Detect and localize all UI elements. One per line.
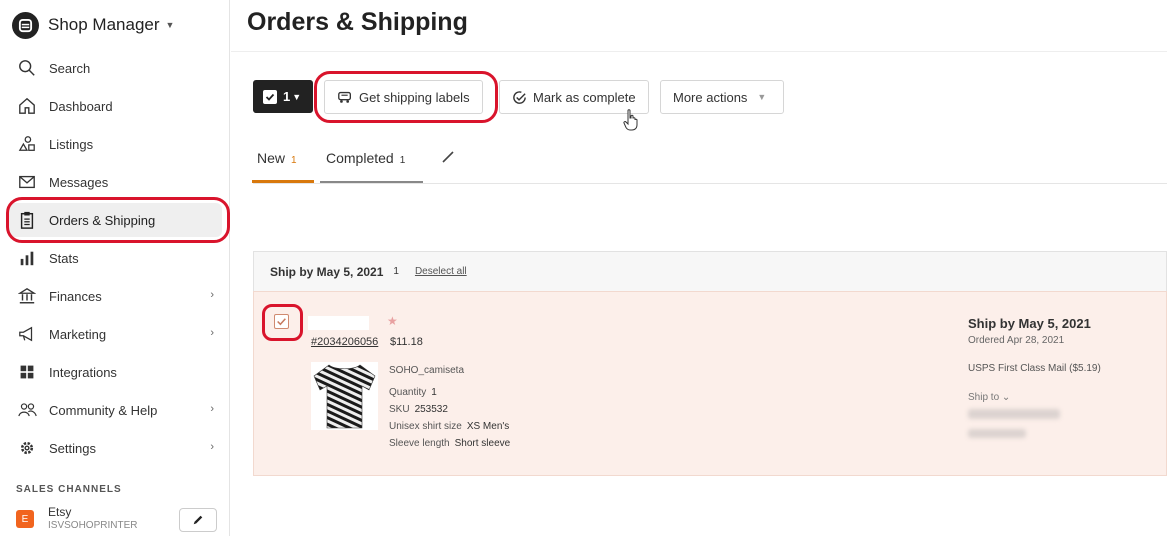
item-sleeve: Sleeve length Short sleeve [389, 438, 511, 449]
chevron-right-icon: › [210, 289, 214, 301]
sidebar-item-integrations[interactable]: Integrations [8, 355, 222, 389]
sales-channel-etsy[interactable]: E Etsy ISVSOHOPRINTER [16, 506, 137, 532]
item-sku: SKU 253532 [389, 404, 448, 415]
etsy-badge-icon: E [16, 510, 34, 528]
shapes-icon [16, 133, 38, 155]
sidebar-item-label: Dashboard [49, 98, 113, 114]
sidebar-item-orders-shipping[interactable]: Orders & Shipping [8, 203, 222, 237]
selected-count: 1 [283, 89, 291, 104]
sidebar-item-label: Marketing [49, 326, 107, 342]
tab-completed[interactable]: Completed 1 [326, 150, 405, 182]
bulk-select-button[interactable]: 1 ▼ [253, 80, 313, 113]
sidebar: Shop Manager ▼ Search Dashboard Listings… [0, 0, 230, 536]
bank-icon [16, 285, 38, 307]
order-ship-by: Ship by May 5, 2021 [968, 316, 1091, 331]
sidebar-item-settings[interactable]: Settings › [8, 431, 222, 465]
sidebar-item-label: Orders & Shipping [49, 212, 156, 228]
edit-tabs-button[interactable] [440, 149, 456, 181]
deselect-all-link[interactable]: Deselect all [415, 266, 467, 277]
get-shipping-labels-label: Get shipping labels [359, 89, 470, 105]
people-icon [16, 399, 38, 421]
check-circle-icon [513, 90, 526, 104]
star-icon[interactable]: ★ [387, 314, 398, 328]
chevron-right-icon: › [210, 403, 214, 415]
chevron-down-icon: ⌄ [1001, 392, 1011, 403]
bar-chart-icon [16, 247, 38, 269]
redacted-address [968, 429, 1026, 438]
sidebar-item-label: Listings [49, 136, 94, 152]
shop-logo-icon [12, 11, 39, 39]
mark-as-complete-label: Mark as complete [533, 89, 636, 105]
sidebar-item-label: Settings [49, 440, 96, 456]
edit-channel-button[interactable] [179, 508, 217, 532]
megaphone-icon [16, 323, 38, 345]
sidebar-item-stats[interactable]: Stats [8, 241, 222, 275]
hand-cursor-icon [623, 109, 639, 136]
sidebar-item-label: Stats [49, 250, 79, 266]
tab-completed-indicator [320, 181, 423, 183]
shop-manager-title: Shop Manager [48, 15, 160, 34]
group-count: 1 [393, 266, 399, 277]
tabs-divider [253, 183, 1167, 184]
sidebar-item-label: Messages [49, 174, 109, 190]
chevron-right-icon: › [210, 441, 214, 453]
sidebar-item-search[interactable]: Search [8, 51, 222, 85]
truck-icon [338, 91, 351, 103]
check-icon [277, 318, 286, 326]
sidebar-item-finances[interactable]: Finances › [8, 279, 222, 313]
tab-label: Completed [326, 150, 394, 166]
order-date: Ordered Apr 28, 2021 [968, 335, 1065, 346]
divider [231, 51, 1167, 52]
sidebar-item-listings[interactable]: Listings [8, 127, 222, 161]
group-title: Ship by May 5, 2021 [270, 264, 384, 279]
redacted-buyer-name [308, 316, 369, 330]
tab-count: 1 [399, 155, 406, 166]
shipping-method: USPS First Class Mail ($5.19) [968, 363, 1101, 374]
tab-count: 1 [291, 155, 297, 166]
pencil-icon [442, 151, 454, 163]
sidebar-item-community-help[interactable]: Community & Help › [8, 393, 222, 427]
caret-down-icon: ▼ [757, 92, 767, 102]
product-thumbnail[interactable] [311, 362, 378, 430]
tab-label: New [257, 150, 286, 166]
checkbox-checked-icon [263, 89, 277, 104]
clipboard-icon [16, 209, 38, 231]
sidebar-item-label: Search [49, 60, 91, 76]
get-shipping-labels-button[interactable]: Get shipping labels [324, 80, 483, 114]
more-actions-dropdown[interactable]: More actions ▼ [660, 80, 784, 114]
item-size: Unisex shirt size XS Men's [389, 421, 510, 432]
tab-new[interactable]: New 1 [257, 150, 297, 182]
sidebar-item-label: Finances [49, 288, 102, 304]
sales-channels-heading: SALES CHANNELS [16, 484, 122, 495]
chevron-right-icon: › [210, 327, 214, 339]
caret-down-icon: ▼ [292, 91, 302, 102]
shop-manager-menu[interactable]: Shop Manager ▼ [12, 10, 174, 40]
main-content: Orders & Shipping 1 ▼ Get shipping label… [231, 0, 1167, 536]
sidebar-item-label: Community & Help [49, 402, 158, 418]
more-actions-label: More actions [673, 89, 748, 105]
pencil-icon [193, 515, 203, 525]
ship-by-group-header: Ship by May 5, 2021 1 Deselect all [253, 251, 1167, 291]
sidebar-item-label: Integrations [49, 364, 117, 380]
order-price: $11.18 [390, 336, 423, 348]
home-icon [16, 95, 38, 117]
tab-new-indicator [252, 180, 314, 183]
sidebar-item-dashboard[interactable]: Dashboard [8, 89, 222, 123]
page-title: Orders & Shipping [247, 8, 468, 36]
caret-down-icon: ▼ [165, 20, 175, 30]
order-id-link[interactable]: #2034206056 [311, 336, 378, 348]
ship-to-toggle[interactable]: Ship to ⌄ [968, 392, 1010, 403]
channel-shop-name: ISVSOHOPRINTER [48, 520, 138, 531]
item-name: SOHO_camiseta [389, 365, 465, 376]
item-quantity: Quantity 1 [389, 387, 437, 398]
grid-icon [16, 361, 38, 383]
envelope-icon [16, 171, 38, 193]
gear-icon [16, 437, 38, 459]
order-checkbox[interactable] [274, 314, 289, 329]
sidebar-item-marketing[interactable]: Marketing › [8, 317, 222, 351]
channel-name: Etsy [48, 505, 72, 519]
sidebar-item-messages[interactable]: Messages [8, 165, 222, 199]
search-icon [16, 57, 38, 79]
redacted-address [968, 409, 1060, 419]
